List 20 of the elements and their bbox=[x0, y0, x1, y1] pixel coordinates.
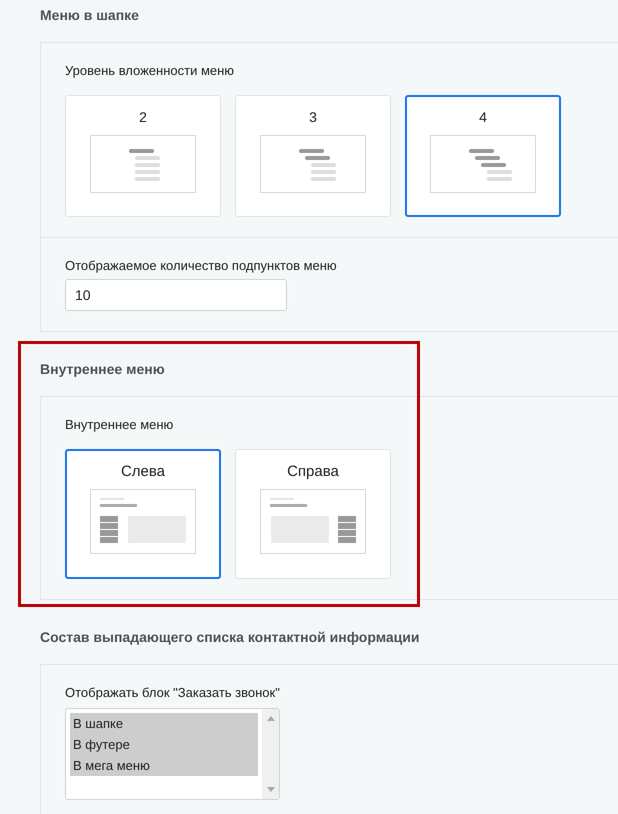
option-card[interactable]: Слева bbox=[65, 449, 221, 579]
list-option[interactable]: В мега меню bbox=[70, 755, 258, 776]
scrollbar[interactable] bbox=[262, 709, 279, 799]
option-card[interactable]: 3 bbox=[235, 95, 391, 217]
field-label: Внутреннее меню bbox=[65, 417, 174, 432]
list-box[interactable]: В шапке В футере В мега меню bbox=[65, 708, 280, 800]
option-card[interactable]: 2 bbox=[65, 95, 221, 217]
section-heading: Меню в шапке bbox=[40, 6, 140, 24]
option-card[interactable]: 4 bbox=[405, 95, 561, 217]
list-option[interactable]: В шапке bbox=[70, 713, 258, 734]
input-field[interactable]: 10 bbox=[65, 279, 287, 311]
section-heading: Внутреннее меню bbox=[40, 360, 166, 378]
field-label: Отображаемое количество подпунктов меню bbox=[65, 258, 338, 273]
field-label: Отображать блок "Заказать звонок" bbox=[65, 685, 281, 700]
option-card[interactable]: Справа bbox=[235, 449, 391, 579]
section-heading: Состав выпадающего списка контактной информации bbox=[40, 628, 421, 646]
scroll-down-icon[interactable] bbox=[266, 787, 274, 792]
scroll-up-icon[interactable] bbox=[266, 716, 274, 721]
field-label: Уровень вложенности меню bbox=[65, 63, 236, 78]
list-option[interactable]: В футере bbox=[70, 734, 258, 755]
